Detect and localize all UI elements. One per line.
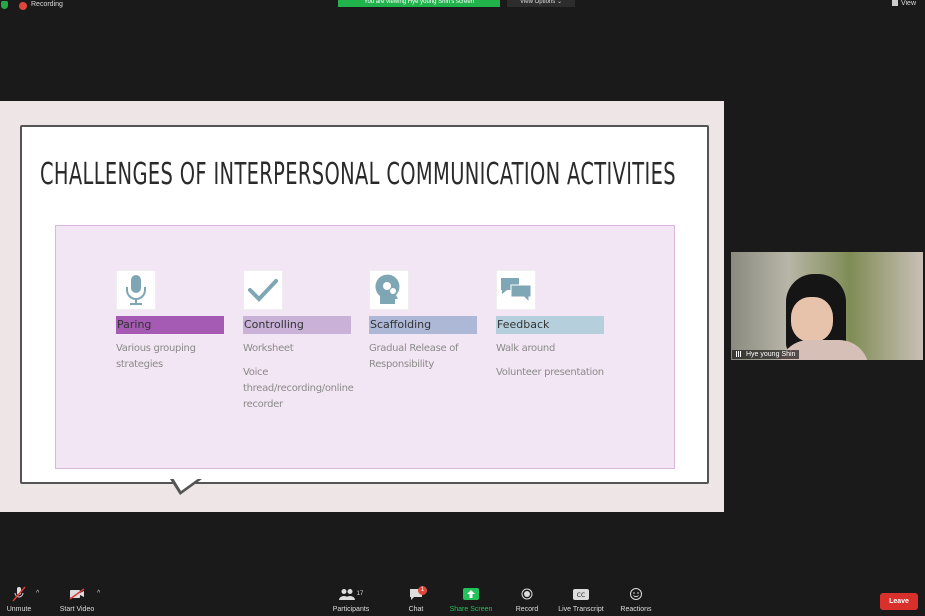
participants-label: Participants: [332, 606, 370, 613]
start-video-button[interactable]: Start Video: [55, 584, 99, 613]
audio-options-caret[interactable]: ^: [36, 590, 39, 597]
signal-strength-icon: [736, 351, 743, 358]
record-label: Record: [515, 606, 539, 613]
grid-icon: [891, 0, 898, 7]
participants-icon: 17: [337, 586, 365, 602]
live-transcript-label: Live Transcript: [558, 606, 604, 613]
column-paring: Paring Various grouping strategies: [116, 270, 226, 373]
svg-text:CC: CC: [577, 592, 585, 599]
content-panel: Paring Various grouping strategies Contr…: [55, 225, 675, 469]
recording-label: Recording: [31, 1, 63, 8]
item-controlling-1: Voice thread/recording/online recorder: [243, 367, 354, 410]
share-screen-icon: [463, 586, 479, 602]
participant-video-tile[interactable]: Hye young Shin: [731, 252, 923, 360]
label-controlling: Controlling: [243, 316, 351, 334]
reactions-label: Reactions: [620, 606, 652, 613]
security-shield-icon[interactable]: [1, 1, 8, 9]
participants-button[interactable]: 17 Participants: [330, 584, 372, 613]
record-button[interactable]: Record: [514, 584, 540, 613]
participant-face: [791, 297, 833, 342]
start-video-label: Start Video: [59, 606, 95, 613]
closed-caption-icon: CC: [573, 586, 589, 602]
item-feedback-1: Volunteer presentation: [496, 367, 604, 378]
video-off-icon: [69, 586, 85, 602]
reactions-button[interactable]: Reactions: [619, 584, 653, 613]
item-paring-0: Various grouping strategies: [116, 343, 196, 370]
label-scaffolding: Scaffolding: [369, 316, 477, 334]
view-button[interactable]: View: [891, 0, 916, 7]
top-status-bar: Recording You are viewing Hye young Shin…: [0, 0, 925, 12]
column-feedback: Feedback Walk around Volunteer presentat…: [496, 270, 606, 381]
reactions-icon: [628, 586, 644, 602]
unmute-label: Unmute: [6, 606, 32, 613]
shared-screen: CHALLENGES OF INTERPERSONAL COMMUNICATIO…: [0, 101, 724, 512]
column-controlling: Controlling Worksheet Voice thread/recor…: [243, 270, 354, 413]
label-paring: Paring: [116, 316, 224, 334]
column-scaffolding: Scaffolding Gradual Release of Responsib…: [369, 270, 479, 373]
microphone-icon: [116, 270, 156, 310]
slide-title: CHALLENGES OF INTERPERSONAL COMMUNICATIO…: [40, 157, 676, 192]
checkmark-icon: [243, 270, 283, 310]
participant-name: Hye young Shin: [746, 351, 796, 358]
leave-button[interactable]: Leave: [880, 593, 918, 610]
speech-tail-inner: [173, 478, 199, 491]
meeting-toolbar: Unmute ^ Start Video ^ 17 Participants 1…: [0, 584, 925, 616]
viewing-banner: You are viewing Hye young Shin's screen: [338, 0, 500, 7]
item-controlling-0: Worksheet: [243, 343, 294, 354]
video-options-caret[interactable]: ^: [97, 590, 100, 597]
unmute-button[interactable]: Unmute: [4, 584, 34, 613]
share-screen-label: Share Screen: [449, 606, 493, 613]
item-scaffolding-0: Gradual Release of Responsibility: [369, 343, 459, 370]
live-transcript-button[interactable]: CC Live Transcript: [556, 584, 606, 613]
record-icon: [519, 586, 535, 602]
participant-name-badge: Hye young Shin: [732, 350, 800, 359]
participants-count: 17: [356, 591, 364, 597]
recording-icon: [19, 2, 27, 10]
head-gears-icon: [369, 270, 409, 310]
view-label: View: [900, 0, 916, 7]
label-feedback: Feedback: [496, 316, 604, 334]
chat-badge: 1: [418, 586, 427, 595]
item-feedback-0: Walk around: [496, 343, 555, 354]
share-screen-button[interactable]: Share Screen: [448, 584, 494, 613]
chat-bubbles-icon: [496, 270, 536, 310]
view-options-button[interactable]: View Options ⌄: [507, 0, 575, 7]
microphone-muted-icon: [11, 586, 27, 602]
chat-label: Chat: [408, 606, 424, 613]
chat-button[interactable]: 1 Chat: [405, 584, 427, 613]
